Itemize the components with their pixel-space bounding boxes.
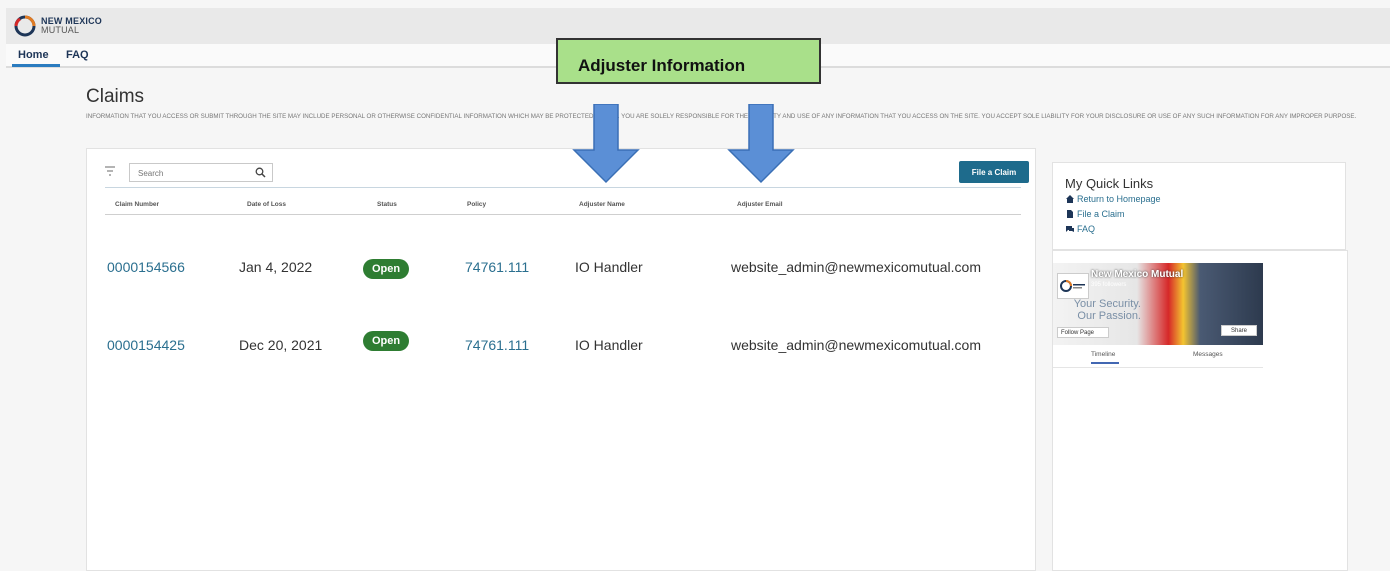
annotation-callout-text: Adjuster Information bbox=[578, 56, 746, 75]
home-icon bbox=[1066, 195, 1074, 203]
column-header-adjuster-email[interactable]: Adjuster Email bbox=[737, 201, 783, 208]
document-icon bbox=[1067, 210, 1073, 218]
quick-links-card: My Quick Links Return to Homepage File a… bbox=[1052, 162, 1346, 250]
column-header-status[interactable]: Status bbox=[377, 201, 397, 208]
annotation-callout: Adjuster Information bbox=[556, 38, 821, 84]
adjuster-name: IO Handler bbox=[575, 259, 643, 275]
facebook-share-label: Share bbox=[1230, 328, 1247, 334]
page: NEW MEXICO MUTUAL Home FAQ Claims INFORM… bbox=[0, 0, 1390, 571]
brand-logo-icon bbox=[14, 15, 36, 37]
search-icon[interactable] bbox=[255, 167, 266, 178]
quick-links-title: My Quick Links bbox=[1065, 176, 1154, 191]
nav-home[interactable]: Home bbox=[18, 49, 49, 61]
facebook-tab-messages[interactable]: Messages bbox=[1193, 351, 1223, 358]
column-header-date-of-loss[interactable]: Date of Loss bbox=[247, 201, 286, 208]
claim-number-link[interactable]: 0000154566 bbox=[107, 259, 185, 275]
claim-number-link[interactable]: 0000154425 bbox=[107, 337, 185, 353]
status-badge: Open bbox=[363, 331, 409, 351]
header-divider-top bbox=[105, 187, 1021, 188]
date-of-loss: Jan 4, 2022 bbox=[239, 259, 313, 275]
status-badge: Open bbox=[363, 259, 409, 279]
column-header-adjuster-name[interactable]: Adjuster Name bbox=[579, 201, 625, 208]
brand-logo[interactable]: NEW MEXICO MUTUAL bbox=[14, 15, 102, 37]
facebook-tab-divider bbox=[1053, 367, 1263, 368]
facebook-widget: New Mexico Mutual 395 followers Your Sec… bbox=[1052, 250, 1348, 571]
down-arrow-icon bbox=[572, 104, 640, 184]
brand-name: NEW MEXICO MUTUAL bbox=[41, 17, 102, 35]
column-header-claim-number[interactable]: Claim Number bbox=[115, 201, 159, 208]
facebook-share-button[interactable]: Share bbox=[1221, 325, 1257, 336]
quick-link-label: Return to Homepage bbox=[1077, 194, 1161, 204]
claims-card: File a Claim Claim Number Date of Loss S… bbox=[86, 148, 1036, 571]
down-arrow-icon bbox=[727, 104, 795, 184]
page-title: Claims bbox=[86, 86, 145, 107]
quick-link-label: FAQ bbox=[1077, 224, 1096, 234]
header-divider-bottom bbox=[105, 214, 1021, 215]
policy-link[interactable]: 74761.111 bbox=[465, 337, 529, 353]
brand-logo-icon bbox=[1060, 280, 1085, 292]
search-box bbox=[129, 163, 273, 182]
facebook-tagline-line1: Your Security. bbox=[1073, 298, 1141, 310]
adjuster-name: IO Handler bbox=[575, 337, 643, 353]
adjuster-email: website_admin@newmexicomutual.com bbox=[731, 337, 981, 353]
brand-name-line2: MUTUAL bbox=[41, 25, 80, 35]
column-header-policy[interactable]: Policy bbox=[467, 201, 486, 208]
facebook-cover-image[interactable]: New Mexico Mutual 395 followers Your Sec… bbox=[1053, 263, 1263, 345]
policy-link[interactable]: 74761.111 bbox=[465, 259, 529, 275]
facebook-follow-label: Follow Page bbox=[1061, 330, 1095, 336]
quick-link-label: File a Claim bbox=[1077, 209, 1125, 219]
adjuster-email: website_admin@newmexicomutual.com bbox=[731, 259, 981, 275]
facebook-page-name[interactable]: New Mexico Mutual bbox=[1091, 269, 1183, 280]
facebook-tagline: Your Security. Our Passion. bbox=[1073, 298, 1141, 322]
file-a-claim-button[interactable]: File a Claim bbox=[959, 161, 1029, 183]
chat-icon bbox=[1066, 226, 1074, 232]
search-input[interactable] bbox=[138, 167, 248, 179]
facebook-tagline-line2: Our Passion. bbox=[1077, 310, 1141, 322]
quick-link-file-claim[interactable]: File a Claim bbox=[1066, 209, 1125, 219]
quick-link-faq[interactable]: FAQ bbox=[1066, 224, 1095, 234]
facebook-tab-timeline[interactable]: Timeline bbox=[1091, 351, 1115, 358]
filter-icon[interactable] bbox=[105, 166, 115, 176]
facebook-tab-active-indicator bbox=[1091, 362, 1119, 364]
nav-faq[interactable]: FAQ bbox=[66, 49, 89, 61]
nav-active-indicator bbox=[12, 64, 60, 67]
facebook-follow-button[interactable]: Follow Page bbox=[1057, 327, 1109, 338]
quick-link-return-home[interactable]: Return to Homepage bbox=[1066, 194, 1161, 204]
facebook-followers: 395 followers bbox=[1091, 282, 1127, 288]
date-of-loss: Dec 20, 2021 bbox=[239, 337, 323, 353]
facebook-page-logo bbox=[1057, 273, 1089, 299]
